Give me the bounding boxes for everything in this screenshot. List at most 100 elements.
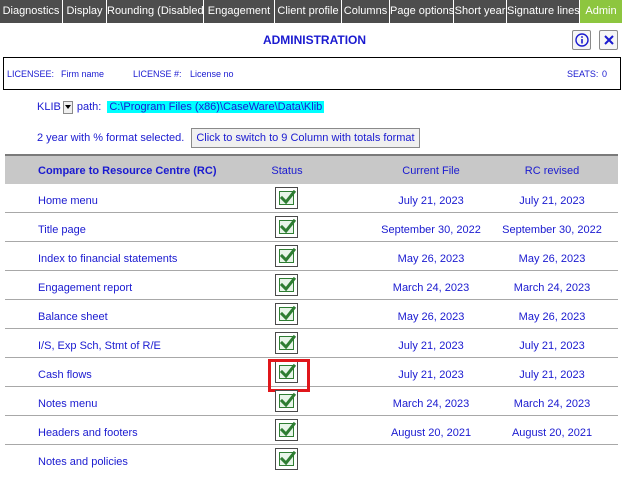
path-value[interactable]: C:\Program Files (x86)\CaseWare\Data\Kli… (107, 101, 325, 113)
status-cell (275, 245, 299, 268)
row-name: Home menu (38, 195, 98, 207)
rc-revised-date: March 24, 2023 (513, 398, 591, 410)
tab-admin[interactable]: Admin (580, 0, 622, 23)
header-rc-revised: RC revised (524, 165, 580, 177)
info-button[interactable] (572, 30, 591, 50)
current-file-date: July 21, 2023 (398, 369, 464, 381)
table-row: Engagement report March 24, 2023 March 24,… (5, 271, 618, 300)
current-file-date: July 21, 2023 (398, 195, 464, 207)
checkmark-icon (279, 189, 297, 205)
tab-signature-lines[interactable]: Signature lines (507, 0, 580, 23)
status-checkbox[interactable] (275, 216, 298, 238)
status-cell (275, 274, 299, 297)
status-cell (275, 303, 299, 326)
header-name: Compare to Resource Centre (RC) (38, 165, 217, 177)
status-cell (275, 332, 299, 355)
status-checkbox[interactable] (275, 332, 298, 354)
table-row: Index to financial statements May 26, 202… (5, 242, 618, 271)
table-row: Balance sheet May 26, 2023 May 26, 2023 (5, 300, 618, 329)
switch-format-button[interactable]: Click to switch to 9 Column with totals … (191, 128, 420, 148)
tab-diagnostics[interactable]: Diagnostics (0, 0, 62, 23)
rc-revised-date: July 21, 2023 (519, 340, 585, 352)
license-number-label: LICENSE #: (133, 69, 182, 79)
current-file-date: July 21, 2023 (398, 340, 464, 352)
row-name: Headers and footers (38, 427, 138, 439)
path-label: path: (76, 101, 102, 113)
table-row: Notes and policies (5, 445, 618, 474)
tab-columns[interactable]: Columns (342, 0, 389, 23)
row-name: Engagement report (38, 282, 133, 294)
rc-revised-date: May 26, 2023 (518, 311, 586, 323)
tab-client-profile[interactable]: Client profile (275, 0, 341, 23)
header-status: Status (271, 165, 303, 177)
table-header: Compare to Resource Centre (RC) Status C… (5, 154, 618, 184)
current-file-date: March 24, 2023 (392, 282, 470, 294)
row-name: Cash flows (38, 369, 92, 381)
seats-label: SEATS: (567, 69, 599, 79)
license-panel: LICENSEE: Firm name LICENSE #: License n… (3, 57, 621, 90)
checkmark-icon (279, 363, 297, 379)
status-cell (275, 448, 299, 471)
chevron-down-icon (64, 105, 71, 109)
current-file-date: May 26, 2023 (397, 253, 465, 265)
row-name: Title page (38, 224, 86, 236)
status-cell (275, 419, 299, 442)
rc-revised-date: July 21, 2023 (519, 369, 585, 381)
checkmark-icon (279, 218, 297, 234)
status-checkbox[interactable] (275, 448, 298, 470)
header-current-file: Current File (402, 165, 460, 177)
status-cell (268, 359, 310, 392)
rc-revised-date: May 26, 2023 (518, 253, 586, 265)
close-button[interactable] (599, 30, 618, 50)
close-icon (603, 35, 614, 45)
tab-page-options[interactable]: Page options (390, 0, 454, 23)
rc-revised-date: March 24, 2023 (513, 282, 591, 294)
status-checkbox[interactable] (275, 274, 298, 296)
status-cell (275, 390, 299, 413)
table-body: Home menu July 21, 2023 July 21, 2023 Title… (5, 184, 618, 474)
page-title: ADMINISTRATION (262, 33, 367, 47)
table-row: Headers and footers August 20, 2021 August… (5, 416, 618, 445)
status-cell (275, 187, 299, 210)
tab-rounding[interactable]: Rounding (Disabled) (107, 0, 207, 23)
table-row: Title page September 30, 2022 September 30… (5, 213, 618, 242)
format-row: 2 year with % format selected. Click to … (37, 128, 420, 148)
licensee-label: LICENSEE: (7, 69, 55, 79)
checkmark-icon (279, 247, 297, 263)
tab-display[interactable]: Display (63, 0, 106, 23)
status-checkbox[interactable] (275, 303, 298, 325)
tab-short-year[interactable]: Short year (454, 0, 506, 23)
rc-revised-date: August 20, 2021 (511, 427, 593, 439)
status-cell (275, 216, 299, 239)
seats-value: 0 (602, 69, 608, 79)
row-name: Index to financial statements (38, 253, 178, 265)
status-checkbox[interactable] (275, 390, 298, 412)
title-row: ADMINISTRATION (0, 26, 629, 54)
checkmark-icon (279, 421, 297, 437)
row-name: Notes and policies (38, 456, 128, 468)
table-row: Notes menu March 24, 2023 March 24, 2023 (5, 387, 618, 416)
row-name: Balance sheet (38, 311, 108, 323)
row-name: I/S, Exp Sch, Stmt of R/E (38, 340, 161, 352)
tab-engagement[interactable]: Engagement (204, 0, 274, 23)
current-file-date: September 30, 2022 (381, 224, 481, 236)
klib-row: KLIB path: C:\Program Files (x86)\CaseWa… (37, 99, 325, 115)
checkmark-icon (279, 305, 297, 321)
licensee-value: Firm name (61, 69, 105, 79)
current-file-date: March 24, 2023 (392, 398, 470, 410)
table-row: I/S, Exp Sch, Stmt of R/E July 21, 2023 Ju… (5, 329, 618, 358)
status-checkbox[interactable] (275, 361, 298, 383)
status-checkbox[interactable] (275, 419, 298, 441)
current-file-date: August 20, 2021 (390, 427, 472, 439)
klib-dropdown-button[interactable] (62, 100, 73, 114)
checkmark-icon (279, 334, 297, 350)
klib-selector-label[interactable]: KLIB (37, 101, 61, 113)
status-checkbox[interactable] (275, 245, 298, 267)
checkmark-icon (279, 450, 297, 466)
checkmark-icon (279, 392, 297, 408)
row-name: Notes menu (38, 398, 98, 410)
status-checkbox[interactable] (275, 187, 298, 209)
format-status-text: 2 year with % format selected. (37, 132, 185, 144)
rc-revised-date: July 21, 2023 (519, 195, 585, 207)
current-file-date: May 26, 2023 (397, 311, 465, 323)
